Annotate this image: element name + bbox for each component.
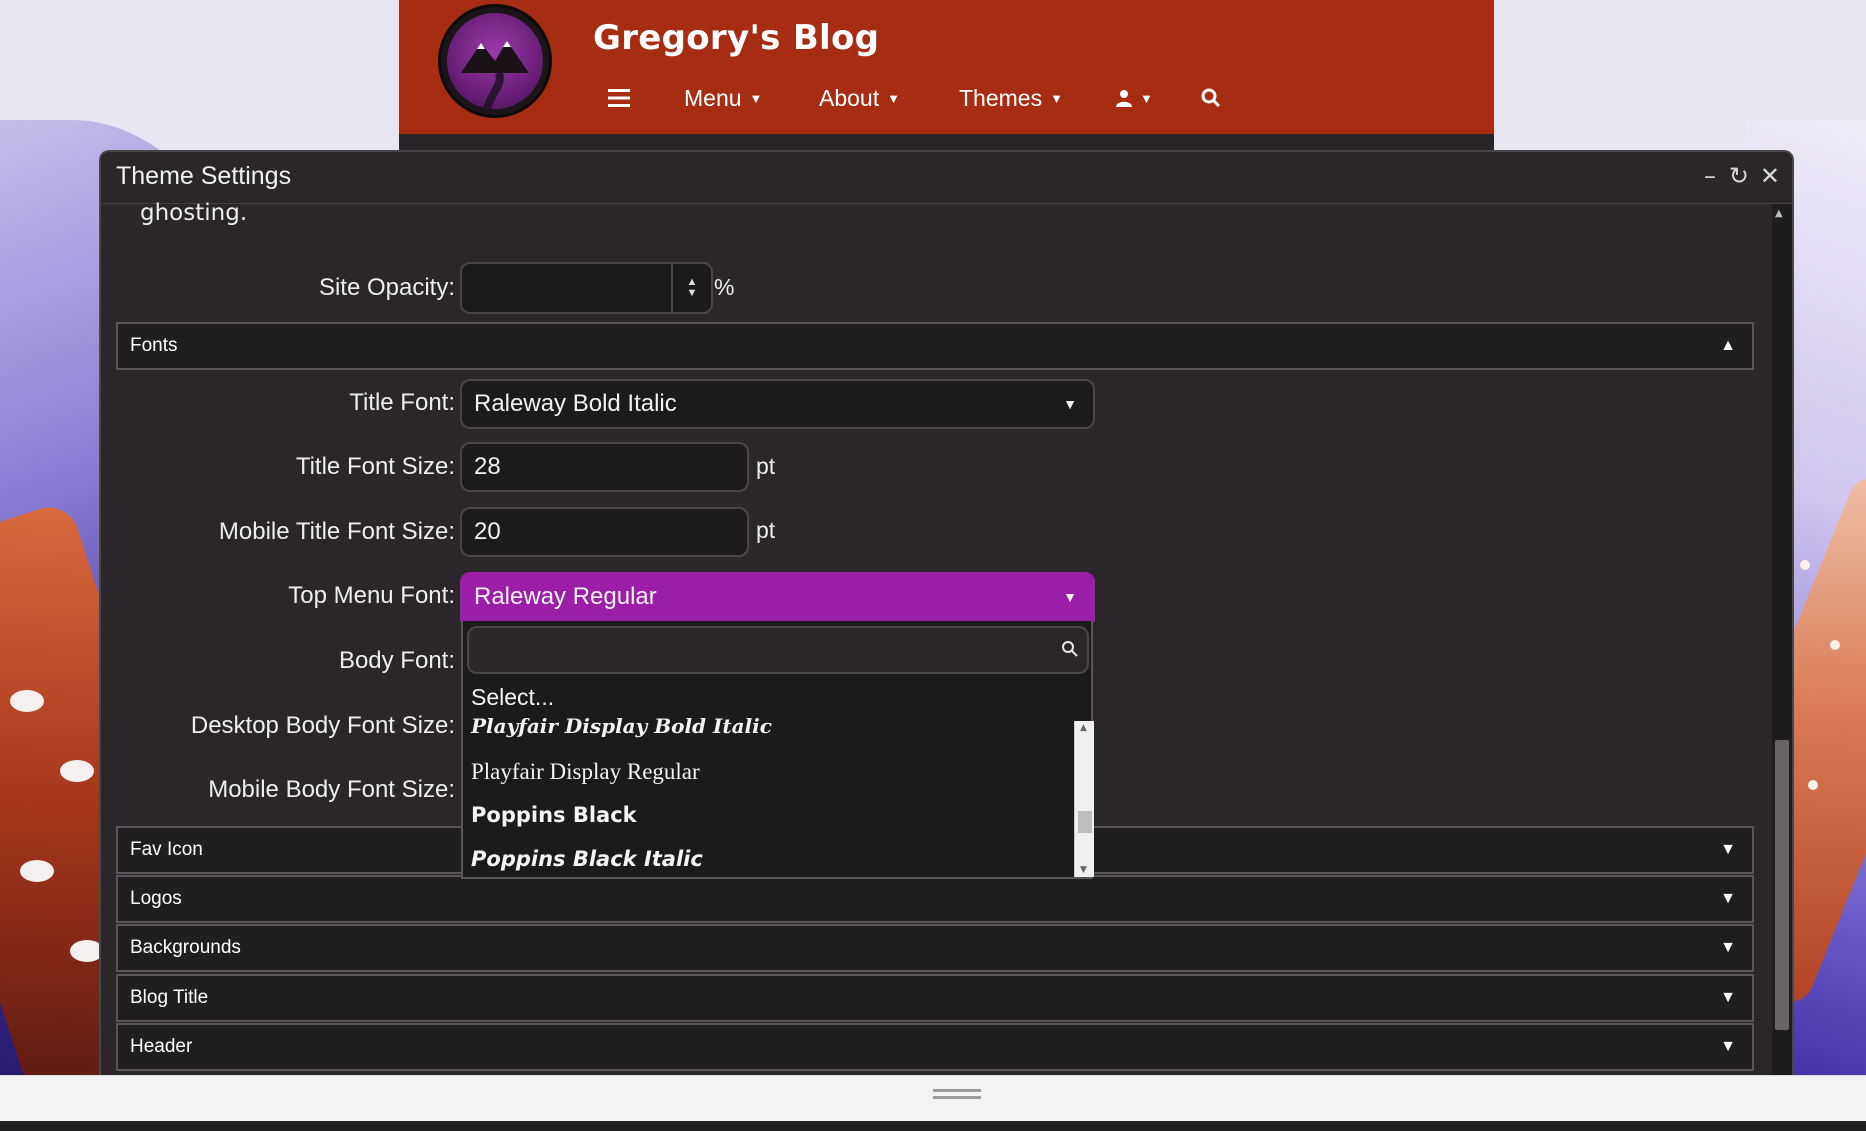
bottom-resize-bar [0, 1075, 1866, 1121]
section-backgrounds-label: Backgrounds [130, 937, 241, 958]
font-dropdown-panel: Select... Playfair Display Bold Italic P… [461, 621, 1094, 879]
dropdown-option[interactable]: Playfair Display Bold Italic [471, 714, 772, 738]
title-font-size-unit: pt [756, 453, 776, 479]
section-logos-label: Logos [130, 888, 182, 909]
section-fav-icon-label: Fav Icon [130, 839, 203, 860]
body-font-label: Body Font: [338, 647, 455, 674]
scroll-up-arrow-icon[interactable]: ▲ [1775, 208, 1783, 219]
search-icon [1201, 88, 1221, 108]
logo-emblem [447, 13, 543, 111]
dropdown-option[interactable]: Poppins Black Italic [471, 847, 703, 871]
blog-title[interactable]: Gregory's Blog [593, 18, 879, 58]
section-blog-title[interactable]: Blog Title ▼ [116, 974, 1754, 1022]
nav-themes[interactable]: Themes ▼ [959, 85, 1063, 112]
expand-arrow-icon: ▼ [1720, 890, 1736, 907]
dice-dot [10, 690, 44, 712]
mobile-title-font-size-unit: pt [756, 517, 776, 543]
site-opacity-unit: % [714, 274, 735, 300]
nav-themes-label: Themes [959, 84, 1043, 111]
mobile-title-font-size-value: 20 [474, 518, 501, 545]
caret-down-icon: ▼ [887, 90, 900, 106]
hamburger-icon [608, 89, 630, 107]
dialog-scrollbar[interactable]: ▲ [1772, 204, 1792, 1075]
site-opacity-input[interactable]: ▲ ▼ [460, 262, 713, 314]
section-blog-title-label: Blog Title [130, 987, 209, 1008]
section-fonts-label: Fonts [130, 335, 178, 356]
nav-menu[interactable]: Menu ▼ [684, 85, 762, 112]
scrollbar-thumb[interactable] [1775, 740, 1789, 1030]
title-font-size-input[interactable]: 28 [460, 442, 749, 492]
dropdown-option[interactable]: Select... [471, 684, 554, 711]
close-button[interactable]: ✕ [1760, 162, 1780, 190]
dialog-titlebar[interactable]: Theme Settings – ↻ ✕ [101, 152, 1792, 204]
top-menu-font-label: Top Menu Font: [288, 582, 455, 609]
dropdown-scrollbar[interactable]: ▲ ▼ [1074, 721, 1094, 877]
top-menu-font-select[interactable]: Raleway Regular ▼ [460, 572, 1095, 622]
stepper-down-icon[interactable]: ▼ [687, 288, 698, 299]
chevron-down-icon: ▼ [1063, 396, 1077, 412]
expand-arrow-icon: ▼ [1720, 939, 1736, 956]
nav-about[interactable]: About ▼ [819, 85, 900, 112]
dice-dot [1800, 560, 1810, 570]
site-header-strip [399, 134, 1494, 150]
section-backgrounds[interactable]: Backgrounds ▼ [116, 924, 1754, 972]
dropdown-search-input[interactable] [467, 626, 1089, 674]
desktop-body-font-size-label: Desktop Body Font Size: [190, 712, 455, 739]
nav-about-label: About [819, 84, 880, 111]
search-icon [1062, 641, 1078, 657]
site-opacity-label: Site Opacity: [318, 274, 455, 301]
dice-dot [1808, 780, 1818, 790]
dialog-title: Theme Settings [116, 162, 292, 190]
resize-handle-icon[interactable] [933, 1089, 981, 1099]
blog-logo[interactable] [438, 4, 552, 118]
dice-dot [1830, 640, 1840, 650]
section-fonts[interactable]: Fonts ▲ [116, 322, 1754, 370]
section-logos[interactable]: Logos ▼ [116, 875, 1754, 923]
title-font-select[interactable]: Raleway Bold Italic ▼ [460, 379, 1095, 429]
caret-down-icon: ▼ [1050, 90, 1063, 106]
intro-text: ghosting. [140, 200, 248, 226]
expand-arrow-icon: ▼ [1720, 1038, 1736, 1055]
dropdown-option[interactable]: Playfair Display Regular [471, 759, 700, 785]
dropdown-option[interactable]: Poppins Black [471, 803, 637, 827]
opacity-stepper[interactable]: ▲ ▼ [671, 264, 711, 312]
caret-down-icon: ▼ [749, 90, 763, 106]
nav-user[interactable]: ▼ [1116, 89, 1153, 107]
scroll-down-arrow-icon[interactable]: ▼ [1080, 865, 1087, 875]
section-header[interactable]: Header ▼ [116, 1023, 1754, 1071]
expand-arrow-icon: ▼ [1720, 841, 1736, 858]
top-menu-font-value: Raleway Regular [474, 583, 657, 610]
hamburger-menu-button[interactable] [608, 88, 630, 108]
caret-down-icon: ▼ [1140, 90, 1153, 106]
nav-menu-label: Menu [684, 84, 742, 111]
taskbar-strip [0, 1121, 1866, 1131]
mobile-body-font-size-label: Mobile Body Font Size: [208, 776, 455, 803]
nav-search-button[interactable] [1201, 88, 1221, 108]
dice-dot [20, 860, 54, 882]
collapse-arrow-icon: ▲ [1720, 337, 1736, 354]
mobile-title-font-size-input[interactable]: 20 [460, 507, 749, 557]
site-header [399, 0, 1494, 134]
minimize-button[interactable]: – [1704, 162, 1716, 190]
scroll-up-arrow-icon[interactable]: ▲ [1080, 723, 1087, 733]
title-font-value: Raleway Bold Italic [474, 390, 677, 417]
title-font-size-label: Title Font Size: [295, 453, 455, 480]
section-header-label: Header [130, 1036, 193, 1057]
user-icon [1116, 90, 1132, 107]
restore-button[interactable]: ↻ [1729, 162, 1749, 190]
title-font-size-value: 28 [474, 453, 501, 480]
dropdown-scrollbar-thumb[interactable] [1078, 811, 1092, 833]
expand-arrow-icon: ▼ [1720, 989, 1736, 1006]
title-font-label: Title Font: [349, 389, 455, 416]
chevron-down-icon: ▼ [1063, 589, 1077, 605]
mobile-title-font-size-label: Mobile Title Font Size: [218, 518, 455, 545]
